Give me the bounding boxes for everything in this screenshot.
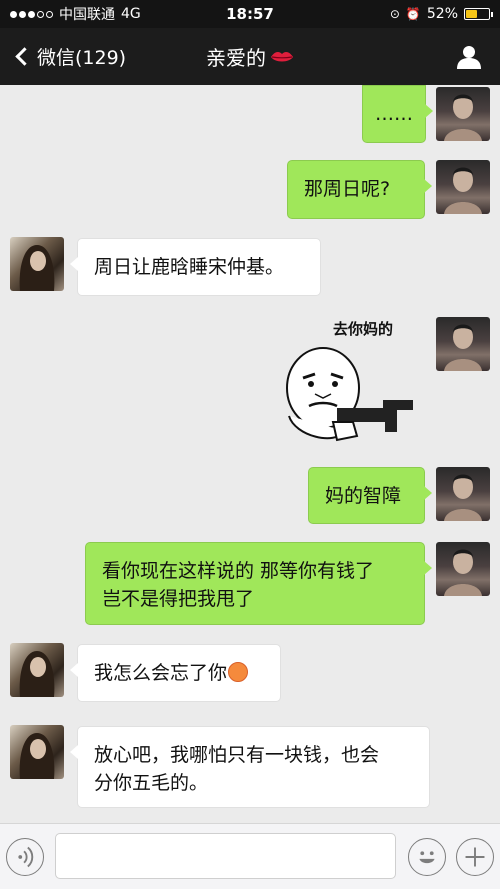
nav-bar: 微信(129) 亲爱的 xyxy=(0,28,500,85)
status-bar: 中国联通 4G 18:57 ⊙ ⏰ 52% xyxy=(0,0,500,28)
message-bubble-sent[interactable]: 看你现在这样说的 那等你有钱了 岂不是得把我甩了 xyxy=(85,542,432,625)
my-avatar[interactable] xyxy=(436,87,490,141)
input-bar xyxy=(0,823,500,889)
network-label: 4G xyxy=(121,6,141,22)
my-avatar[interactable] xyxy=(436,160,490,214)
sticker-message[interactable]: 去你妈的 xyxy=(285,318,425,448)
battery-percent: 52% xyxy=(426,6,458,22)
chat-area[interactable]: …… 那周日呢? 周日让鹿晗睡宋仲基。 去你妈的 妈的智障 看你现在这样说的 那… xyxy=(0,85,500,823)
alarm-icon: ⏰ xyxy=(405,7,421,21)
meme-face-pointing-gun-icon xyxy=(286,347,413,442)
my-avatar[interactable] xyxy=(436,467,490,521)
blushing-face-icon xyxy=(228,662,249,682)
person-icon xyxy=(457,46,481,69)
message-text: 我怎么会忘了你 xyxy=(94,662,228,684)
my-avatar[interactable] xyxy=(436,542,490,596)
contact-avatar[interactable] xyxy=(10,237,64,291)
my-avatar[interactable] xyxy=(436,317,490,371)
more-button[interactable] xyxy=(456,838,494,876)
message-bubble-sent[interactable]: …… xyxy=(362,85,433,143)
emoji-button[interactable] xyxy=(408,838,446,876)
orientation-lock-icon: ⊙ xyxy=(389,7,400,21)
message-bubble-sent[interactable]: 那周日呢? xyxy=(287,160,432,219)
voice-button[interactable] xyxy=(6,838,44,876)
message-bubble-received[interactable]: 放心吧，我哪怕只有一块钱，也会 分你五毛的。 xyxy=(70,726,430,808)
profile-button[interactable] xyxy=(456,44,482,70)
status-right: ⊙ ⏰ 52% xyxy=(389,6,493,22)
contact-avatar[interactable] xyxy=(10,643,64,697)
status-left: 中国联通 4G xyxy=(10,4,141,24)
lips-icon xyxy=(271,51,293,61)
chat-title: 亲爱的 xyxy=(0,28,500,85)
chat-title-text: 亲爱的 xyxy=(206,46,266,70)
smiley-icon xyxy=(419,851,435,864)
signal-strength-icon xyxy=(10,10,53,18)
carrier-label: 中国联通 xyxy=(59,7,115,23)
battery-icon xyxy=(464,8,493,20)
message-bubble-received[interactable]: 周日让鹿晗睡宋仲基。 xyxy=(70,238,321,296)
contact-avatar[interactable] xyxy=(10,725,64,779)
battery-fill xyxy=(466,10,478,18)
voice-icon xyxy=(18,846,34,868)
message-bubble-sent[interactable]: 妈的智障 xyxy=(308,467,432,524)
message-bubble-received[interactable]: 我怎么会忘了你 xyxy=(70,644,281,702)
message-input[interactable] xyxy=(55,833,396,879)
plus-icon xyxy=(465,847,485,867)
